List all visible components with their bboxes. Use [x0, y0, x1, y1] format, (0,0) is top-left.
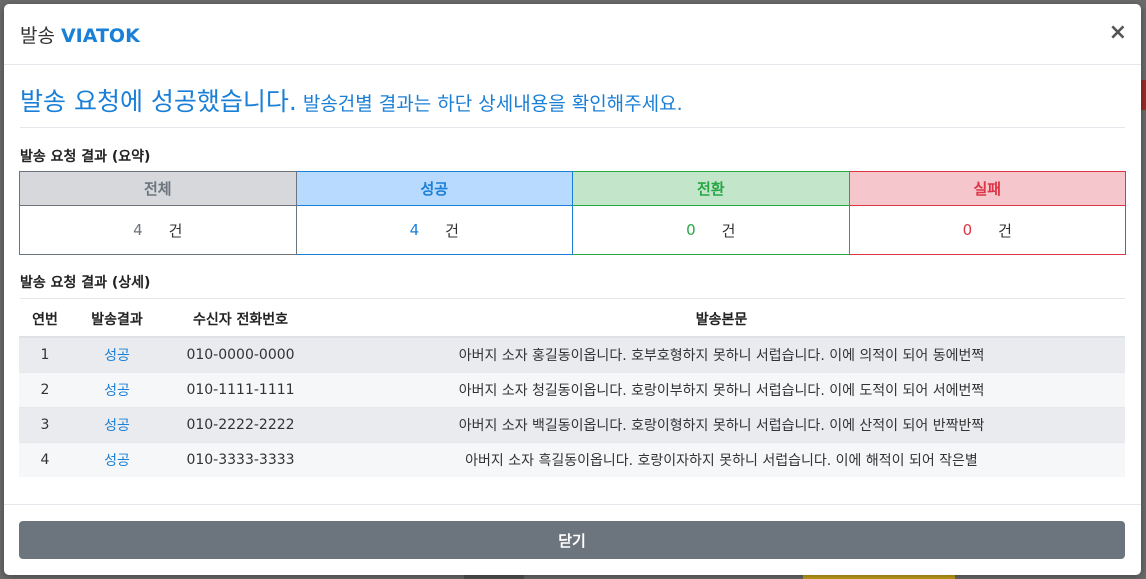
table-row: 1 성공 010-0000-0000 아버지 소자 홍길동이옵니다. 호부호형하… — [19, 336, 1125, 373]
detail-header-no: 연번 — [19, 301, 71, 338]
detail-divider — [20, 298, 1125, 299]
summary-col-total: 전체 4건 — [19, 171, 297, 255]
detail-header-row: 연번 발송결과 수신자 전화번호 발송본문 — [19, 301, 1125, 338]
summary-col-fail: 실패 0건 — [849, 171, 1126, 255]
modal-title-prefix: 발송 — [20, 24, 55, 47]
summary-cell-convert: 0건 — [573, 206, 849, 254]
summary-unit: 건 — [168, 221, 183, 240]
row-status: 성공 — [71, 407, 163, 443]
footer-divider — [4, 504, 1141, 505]
close-button[interactable]: 닫기 — [19, 521, 1125, 559]
modal-header: 발송 VIATOK × — [4, 4, 1141, 65]
summary-unit: 건 — [445, 221, 459, 240]
summary-cell-success: 4건 — [297, 206, 573, 254]
table-row: 3 성공 010-2222-2222 아버지 소자 백길동이옵니다. 호랑이형하… — [19, 407, 1125, 443]
success-headline: 발송 요청에 성공했습니다. 발송건별 결과는 하단 상세내용을 확인해주세요. — [20, 82, 1125, 118]
detail-header-phone: 수신자 전화번호 — [163, 301, 318, 338]
summary-header-fail: 실패 — [849, 172, 1125, 206]
row-status: 성공 — [71, 442, 163, 477]
row-no: 1 — [19, 336, 71, 373]
modal-title: 발송 VIATOK — [20, 21, 140, 48]
summary-count-convert: 0 — [686, 221, 696, 239]
row-status: 성공 — [71, 336, 163, 373]
summary-label: 발송 요청 결과 (요약) — [20, 149, 151, 165]
row-no: 4 — [19, 442, 71, 477]
row-body: 아버지 소자 흑길동이옵니다. 호랑이자하지 못하니 서럽습니다. 이에 해적이… — [318, 442, 1125, 477]
summary-header-success: 성공 — [296, 172, 572, 206]
row-no: 3 — [19, 407, 71, 443]
row-phone: 010-1111-1111 — [163, 372, 318, 408]
modal-title-brand: VIATOK — [60, 24, 140, 47]
row-phone: 010-0000-0000 — [163, 336, 318, 373]
row-body: 아버지 소자 홍길동이옵니다. 호부호형하지 못하니 서럽습니다. 이에 의적이… — [318, 336, 1125, 373]
row-body: 아버지 소자 청길동이옵니다. 호랑이부하지 못하니 서럽습니다. 이에 도적이… — [318, 372, 1125, 408]
detail-header-status: 발송결과 — [71, 301, 163, 338]
summary-cell-fail: 0건 — [850, 206, 1126, 254]
summary-cell-total: 4건 — [20, 206, 296, 254]
row-phone: 010-3333-3333 — [163, 442, 318, 477]
headline-divider — [20, 127, 1125, 128]
summary-col-convert: 전환 0건 — [573, 171, 850, 255]
table-row: 2 성공 010-1111-1111 아버지 소자 청길동이옵니다. 호랑이부하… — [19, 372, 1125, 408]
headline-sub: 발송건별 결과는 하단 상세내용을 확인해주세요. — [302, 93, 683, 115]
detail-header-body: 발송본문 — [318, 301, 1125, 338]
summary-count-success: 4 — [409, 221, 420, 239]
summary-count-fail: 0 — [962, 221, 973, 239]
result-modal: 발송 VIATOK × 발송 요청에 성공했습니다. 발송건별 결과는 하단 상세내… — [4, 4, 1141, 575]
summary-col-success: 성공 4건 — [296, 171, 573, 255]
row-no: 2 — [19, 372, 71, 408]
detail-table: 연번 발송결과 수신자 전화번호 발송본문 1 성공 010-0000-0000… — [19, 301, 1125, 477]
row-phone: 010-2222-2222 — [163, 407, 318, 443]
summary-count-total: 4 — [133, 221, 143, 239]
headline-main: 발송 요청에 성공했습니다. — [20, 87, 297, 116]
summary-header-convert: 전환 — [573, 172, 849, 206]
close-icon[interactable]: × — [1109, 22, 1127, 44]
row-body: 아버지 소자 백길동이옵니다. 호랑이형하지 못하니 서럽습니다. 이에 산적이… — [318, 407, 1125, 443]
summary-unit: 건 — [998, 221, 1012, 240]
detail-label: 발송 요청 결과 (상세) — [20, 275, 151, 291]
row-status: 성공 — [71, 372, 163, 408]
summary-table: 전체 4건 성공 4건 전환 0건 실패 0건 — [19, 171, 1126, 255]
summary-unit: 건 — [721, 221, 736, 240]
table-row: 4 성공 010-3333-3333 아버지 소자 흑길동이옵니다. 호랑이자하… — [19, 442, 1125, 477]
summary-header-total: 전체 — [20, 172, 296, 206]
